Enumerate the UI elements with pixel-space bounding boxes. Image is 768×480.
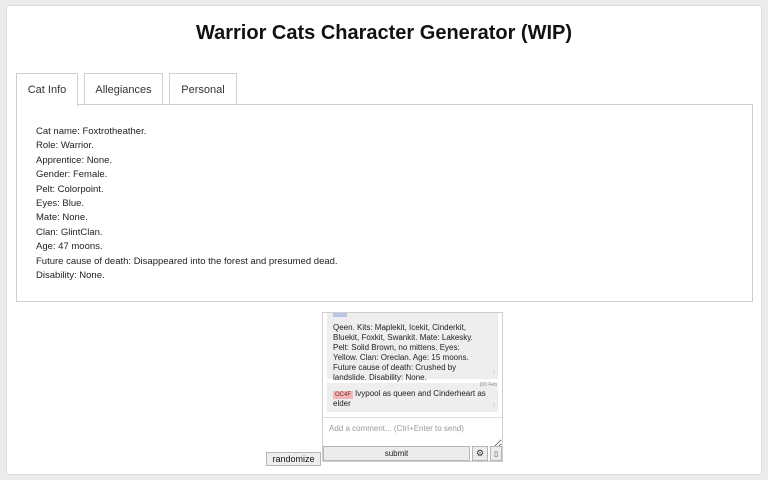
user-tag[interactable]: OC4F (333, 391, 354, 399)
info-clan: Clan: GlintClan. (36, 226, 103, 238)
submit-button[interactable]: submit (323, 446, 470, 461)
cat-info-list: Cat name: Foxtrotheather. Role: Warrior.… (36, 125, 338, 283)
comment-list[interactable]: Qeen. Kits: Maplekit, Icekit, Cinderkit,… (327, 313, 498, 417)
tab-cat-info[interactable]: Cat Info (16, 73, 78, 106)
info-cause-of-death: Future cause of death: Disappeared into … (36, 255, 338, 267)
lock-icon[interactable]: ▯ (490, 446, 502, 461)
comment-line: landslide. Disability: None. (333, 373, 427, 382)
info-pelt: Pelt: Colorpoint. (36, 183, 104, 195)
tab-allegiances[interactable]: Allegiances (84, 73, 163, 105)
comment-line: Yellow. Clan: Oreclan. Age: 15 moons. (333, 353, 469, 362)
resize-grip-icon: ⁝ (493, 370, 495, 376)
comment-line: Qeen. Kits: Maplekit, Icekit, Cinderkit, (333, 323, 466, 332)
tab-personal[interactable]: Personal (169, 73, 237, 105)
comment-item: Qeen. Kits: Maplekit, Icekit, Cinderkit,… (327, 313, 498, 382)
user-tag (333, 313, 347, 317)
comment-timestamp: (00 Feb (479, 382, 497, 388)
comment-line: Future cause of death: Crushed by (333, 363, 457, 372)
info-mate: Mate: None. (36, 212, 88, 224)
comment-text: Ivypool as queen and Cinderheart as elde… (333, 389, 486, 408)
cat-info-panel: Cat name: Foxtrotheather. Role: Warrior.… (16, 104, 753, 302)
info-apprentice: Apprentice: None. (36, 154, 113, 166)
page-title: Warrior Cats Character Generator (WIP) (195, 22, 572, 44)
info-role: Role: Warrior. (36, 140, 94, 152)
resize-grip-icon: ⁝ (493, 403, 495, 409)
comment-input[interactable] (323, 418, 502, 448)
info-eyes: Eyes: Blue. (36, 198, 85, 210)
info-gender: Gender: Female. (36, 169, 108, 181)
info-cat-name: Cat name: Foxtrotheather. (36, 126, 147, 137)
comment-item: (00 Feb OC4F Ivypool as queen and Cinderh… (327, 382, 498, 412)
comment-line: Bluekit, Foxkit, Swankit. Mate: Lakesky. (333, 333, 473, 342)
info-disability: Disability: None. (36, 270, 105, 282)
info-age: Age: 47 moons. (36, 241, 103, 253)
comment-line: Pelt: Solid Brown, no mittens. Eyes: (333, 343, 460, 352)
randomize-button[interactable]: randomize (266, 452, 321, 466)
comment-widget: Qeen. Kits: Maplekit, Icekit, Cinderkit,… (322, 312, 503, 462)
gear-icon[interactable]: ⚙ (472, 446, 488, 461)
